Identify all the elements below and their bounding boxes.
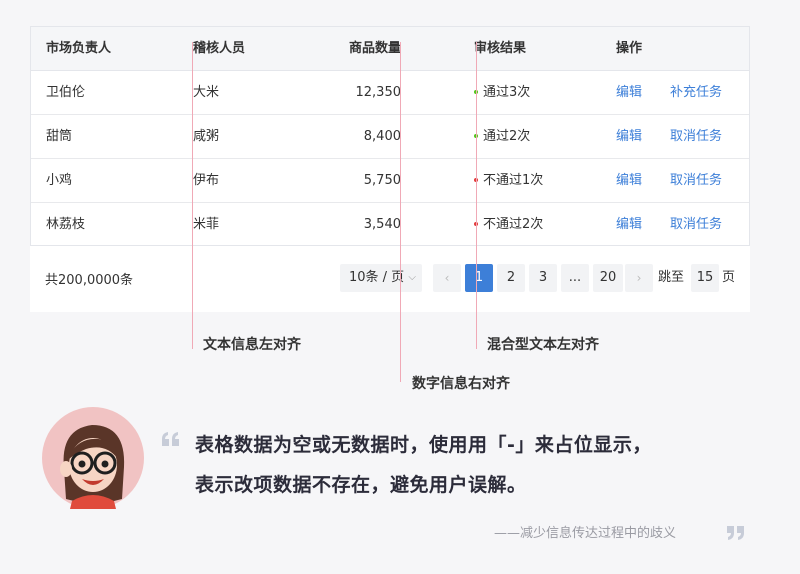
cancel-task-link[interactable]: 取消任务 bbox=[670, 159, 722, 202]
cell-review-result: 不通过1次 bbox=[474, 159, 543, 202]
data-table: 市场负责人 稽核人员 商品数量 审核结果 操作 卫伯伦 大米 12,350 通过… bbox=[30, 26, 750, 246]
jump-label: 跳至 bbox=[658, 270, 685, 285]
cell-quantity: 3,540 bbox=[363, 217, 401, 232]
cell-review-result: 通过2次 bbox=[474, 115, 530, 158]
cell-reviewer: 伊布 bbox=[193, 173, 220, 188]
cancel-task-link[interactable]: 取消任务 bbox=[670, 115, 722, 158]
page-button-1[interactable]: 1 bbox=[465, 264, 493, 292]
table-panel: 市场负责人 稽核人员 商品数量 审核结果 操作 卫伯伦 大米 12,350 通过… bbox=[30, 26, 750, 312]
page-ellipsis[interactable]: ... bbox=[561, 264, 589, 292]
close-quote-icon bbox=[727, 526, 744, 540]
review-result-text: 通过3次 bbox=[483, 85, 531, 100]
header-actions: 操作 bbox=[616, 41, 643, 56]
pagination-bar: 共200,0000条 10条 / 页 ⌵ ‹ 1 2 3 ... 20 › 跳至… bbox=[30, 245, 750, 312]
header-market-owner: 市场负责人 bbox=[46, 41, 112, 56]
table-row: 小鸡 伊布 5,750 不通过1次 编辑 取消任务 bbox=[31, 159, 749, 203]
annotation-right-number: 数字信息右对齐 bbox=[412, 376, 510, 392]
annotation-mixed-text: 混合型文本左对齐 bbox=[487, 337, 599, 353]
next-page-button[interactable]: › bbox=[625, 264, 653, 292]
edit-link[interactable]: 编辑 bbox=[616, 203, 642, 246]
jump-page-input[interactable]: 15 bbox=[691, 264, 719, 292]
cell-reviewer: 大米 bbox=[193, 85, 220, 100]
page-button-2[interactable]: 2 bbox=[497, 264, 525, 292]
edit-link[interactable]: 编辑 bbox=[616, 115, 642, 158]
edit-link[interactable]: 编辑 bbox=[616, 159, 642, 202]
header-reviewer: 稽核人员 bbox=[193, 41, 246, 56]
header-quantity: 商品数量 bbox=[348, 41, 401, 56]
cell-quantity: 12,350 bbox=[355, 85, 402, 100]
table-header: 市场负责人 稽核人员 商品数量 审核结果 操作 bbox=[31, 27, 749, 71]
cell-market-owner: 甜筒 bbox=[46, 129, 73, 144]
table-row: 卫伯伦 大米 12,350 通过3次 编辑 补充任务 bbox=[31, 71, 749, 115]
header-review-result: 审核结果 bbox=[474, 41, 527, 56]
cell-reviewer: 米菲 bbox=[193, 217, 220, 232]
cell-quantity: 8,400 bbox=[363, 129, 401, 144]
cell-market-owner: 小鸡 bbox=[46, 173, 73, 188]
review-result-text: 不通过2次 bbox=[483, 217, 544, 232]
total-count: 共200,0000条 bbox=[45, 273, 134, 288]
chevron-down-icon: ⌵ bbox=[408, 272, 416, 283]
guide-line-mixed-text bbox=[476, 42, 477, 349]
annotation-left-text: 文本信息左对齐 bbox=[203, 337, 301, 353]
page-button-3[interactable]: 3 bbox=[529, 264, 557, 292]
cell-review-result: 通过3次 bbox=[474, 71, 530, 114]
cell-reviewer: 咸粥 bbox=[193, 129, 220, 144]
quote-line-1: 表格数据为空或无数据时，使用用「-」来占位显示， bbox=[195, 434, 652, 456]
add-task-link[interactable]: 补充任务 bbox=[670, 71, 722, 114]
page-size-select[interactable]: 10条 / 页 ⌵ bbox=[340, 264, 422, 292]
prev-page-button[interactable]: ‹ bbox=[433, 264, 461, 292]
guide-line-right-number bbox=[400, 42, 401, 382]
table-row: 林荔枝 米菲 3,540 不通过2次 编辑 取消任务 bbox=[31, 203, 749, 246]
page-button-20[interactable]: 20 bbox=[593, 264, 623, 292]
guide-line-left-text bbox=[192, 42, 193, 349]
table-row: 甜筒 咸粥 8,400 通过2次 编辑 取消任务 bbox=[31, 115, 749, 159]
open-quote-icon bbox=[162, 432, 179, 446]
cell-market-owner: 林荔枝 bbox=[46, 217, 86, 232]
cell-quantity: 5,750 bbox=[363, 173, 401, 188]
cancel-task-link[interactable]: 取消任务 bbox=[670, 203, 722, 246]
page-unit-label: 页 bbox=[722, 270, 736, 285]
avatar bbox=[42, 407, 144, 509]
edit-link[interactable]: 编辑 bbox=[616, 71, 642, 114]
cell-review-result: 不通过2次 bbox=[474, 203, 543, 246]
quote-line-2: 表示改项数据不存在，避免用户误解。 bbox=[195, 474, 527, 496]
cell-market-owner: 卫伯伦 bbox=[46, 85, 86, 100]
page-size-value: 10条 / 页 bbox=[349, 270, 405, 285]
review-result-text: 通过2次 bbox=[483, 129, 531, 144]
review-result-text: 不通过1次 bbox=[483, 173, 544, 188]
quote-source: ——减少信息传达过程中的歧义 bbox=[494, 526, 677, 541]
